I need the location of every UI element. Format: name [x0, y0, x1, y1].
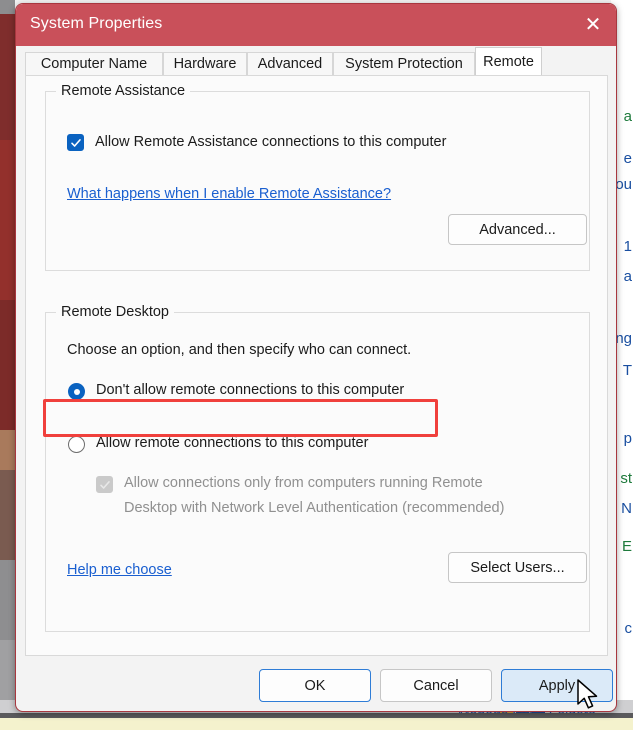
- bg-text-fragment: N: [621, 500, 632, 517]
- tab-label: System Protection: [345, 56, 463, 72]
- label-allow-remote-assistance: Allow Remote Assistance connections to t…: [95, 134, 447, 150]
- tab-label: Computer Name: [40, 56, 148, 72]
- system-properties-dialog: System Properties ✕ Computer Name Hardwa…: [15, 3, 617, 712]
- select-users-button-label: Select Users...: [470, 559, 565, 576]
- group-label-remote-assistance: Remote Assistance: [56, 83, 191, 99]
- group-remote-desktop: Remote Desktop Choose an option, and the…: [45, 304, 590, 632]
- advanced-button[interactable]: Advanced...: [448, 214, 587, 245]
- background-notification-strip: [0, 718, 633, 730]
- radio-dont-allow-remote-connections[interactable]: [68, 383, 85, 400]
- tab-page-remote: Remote Assistance Allow Remote Assistanc…: [25, 75, 608, 656]
- apply-button[interactable]: Apply: [501, 669, 613, 702]
- window-title: System Properties: [30, 15, 163, 32]
- tab-hardware[interactable]: Hardware: [163, 52, 247, 75]
- title-bar: System Properties ✕: [16, 4, 616, 46]
- bg-text-fragment: st: [620, 470, 632, 487]
- bg-text-fragment: a: [623, 108, 632, 125]
- link-what-happens-remote-assistance[interactable]: What happens when I enable Remote Assist…: [67, 186, 391, 202]
- bg-text-fragment: E: [621, 538, 632, 555]
- checkbox-network-level-authentication: [96, 476, 113, 493]
- bg-text-fragment: ou: [615, 176, 632, 193]
- link-help-me-choose[interactable]: Help me choose: [67, 562, 172, 578]
- checkbox-allow-remote-assistance[interactable]: [67, 134, 84, 151]
- check-icon: [99, 480, 110, 489]
- radio-dot-icon: [73, 388, 80, 395]
- cancel-button-label: Cancel: [413, 677, 459, 694]
- tab-remote[interactable]: Remote: [475, 47, 542, 75]
- tab-label: Advanced: [257, 56, 323, 72]
- close-button[interactable]: ✕: [570, 4, 616, 46]
- bg-text-fragment: p: [623, 430, 632, 447]
- ok-button-label: OK: [304, 677, 326, 694]
- select-users-button[interactable]: Select Users...: [448, 552, 587, 583]
- bg-text-fragment: 1: [623, 238, 632, 255]
- apply-button-label: Apply: [538, 677, 576, 694]
- group-label-remote-desktop: Remote Desktop: [56, 304, 174, 320]
- tab-strip: Computer Name Hardware Advanced System P…: [16, 46, 616, 75]
- tab-advanced[interactable]: Advanced: [247, 52, 333, 75]
- cancel-button[interactable]: Cancel: [380, 669, 492, 702]
- tab-label: Hardware: [173, 56, 237, 72]
- bg-text-fragment: ng: [615, 330, 632, 347]
- bg-text-fragment: T: [622, 362, 632, 379]
- advanced-button-label: Advanced...: [479, 221, 556, 238]
- bg-text-fragment: a: [623, 268, 632, 285]
- tab-computer-name[interactable]: Computer Name: [25, 52, 163, 75]
- label-choose-an-option: Choose an option, and then specify who c…: [67, 342, 412, 358]
- background-wallpaper-left: [0, 0, 15, 718]
- bg-text-fragment: c: [624, 620, 633, 637]
- ok-button[interactable]: OK: [259, 669, 371, 702]
- label-nla-line1: Allow connections only from computers ru…: [124, 475, 483, 491]
- radio-allow-remote-connections[interactable]: [68, 436, 85, 453]
- bg-text-fragment: e: [623, 150, 632, 167]
- group-remote-assistance: Remote Assistance Allow Remote Assistanc…: [45, 83, 590, 271]
- tab-label: Remote: [483, 53, 534, 70]
- label-dont-allow-remote-connections: Don't allow remote connections to this c…: [96, 382, 405, 398]
- tab-system-protection[interactable]: System Protection: [333, 52, 475, 75]
- dialog-button-bar: OK Cancel Apply: [16, 656, 616, 711]
- label-nla-line2: Desktop with Network Level Authenticatio…: [124, 500, 505, 516]
- label-allow-remote-connections: Allow remote connections to this compute…: [96, 435, 369, 451]
- close-icon: ✕: [584, 14, 602, 36]
- check-icon: [70, 138, 81, 147]
